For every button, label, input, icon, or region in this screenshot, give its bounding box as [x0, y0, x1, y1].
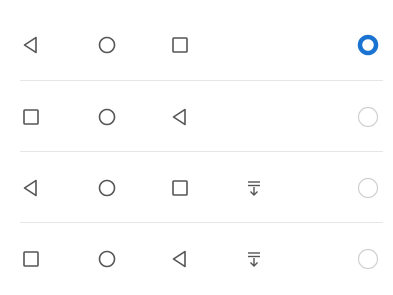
- home-icon: [95, 33, 119, 57]
- home-icon: [95, 176, 119, 200]
- radio-unselected[interactable]: [357, 177, 379, 199]
- back-icon: [19, 33, 43, 57]
- home-icon: [95, 247, 119, 271]
- nav-option-row[interactable]: [0, 9, 393, 81]
- recents-icon: [19, 105, 43, 129]
- notification-pulldown-icon: [242, 247, 266, 271]
- nav-option-row[interactable]: [0, 223, 393, 295]
- back-icon: [168, 247, 192, 271]
- recents-icon: [168, 33, 192, 57]
- navigation-bar-options-list: [0, 0, 393, 286]
- nav-option-row[interactable]: [0, 152, 393, 224]
- radio-selected[interactable]: [357, 34, 379, 56]
- home-icon: [95, 105, 119, 129]
- notification-pulldown-icon: [242, 176, 266, 200]
- back-icon: [168, 105, 192, 129]
- nav-option-row[interactable]: [0, 81, 393, 153]
- back-icon: [19, 176, 43, 200]
- radio-unselected[interactable]: [357, 106, 379, 128]
- radio-unselected[interactable]: [357, 248, 379, 270]
- recents-icon: [168, 176, 192, 200]
- recents-icon: [19, 247, 43, 271]
